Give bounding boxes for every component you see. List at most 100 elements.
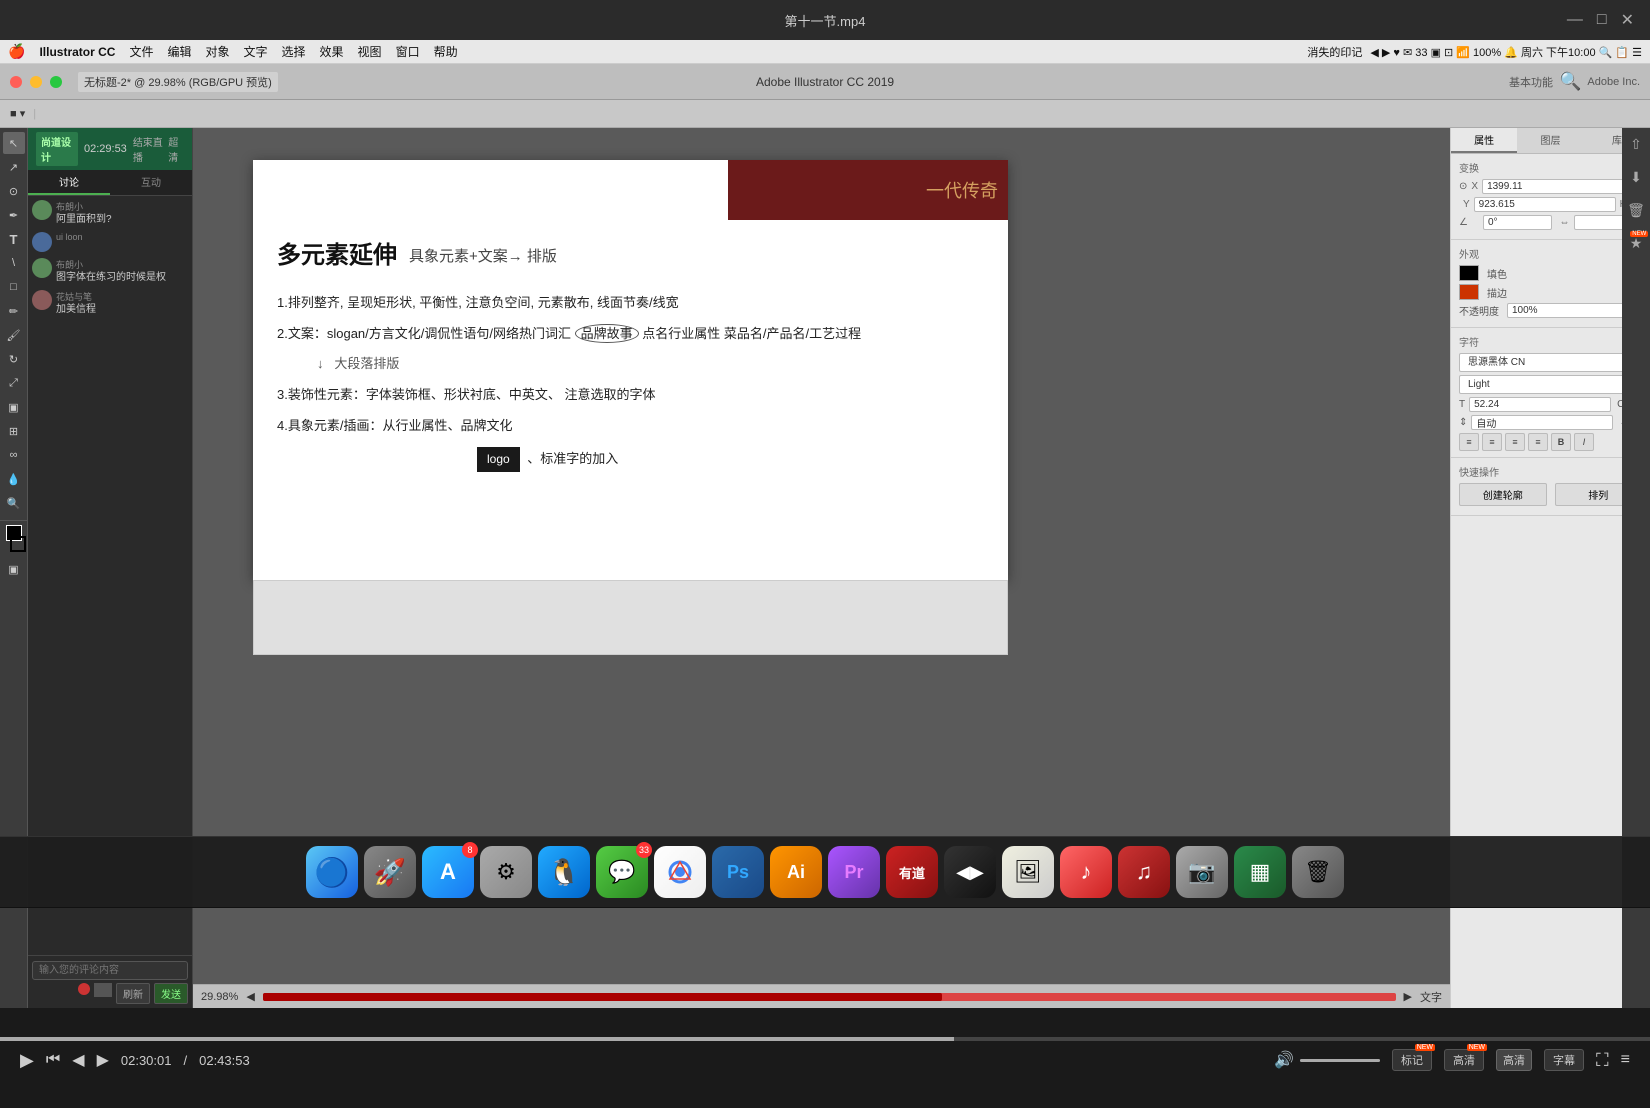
dock-trash[interactable]: 🗑 <box>1292 846 1344 898</box>
min-traffic-light[interactable] <box>30 76 42 88</box>
hd-button[interactable]: 高清 <box>1496 1049 1532 1071</box>
menu-item-effect[interactable]: 效果 <box>320 43 344 60</box>
tool-pencil[interactable]: ✏ <box>3 300 25 322</box>
dock-preview[interactable]: 🖼 <box>1002 846 1054 898</box>
chapter-button[interactable]: 高清 NEW <box>1444 1049 1484 1071</box>
angle-input[interactable] <box>1483 215 1552 230</box>
tool-direct-select[interactable]: ↗ <box>3 156 25 178</box>
tool-pen[interactable]: ✒ <box>3 204 25 226</box>
dock-photos[interactable]: 📷 <box>1176 846 1228 898</box>
tool-rect[interactable]: □ <box>3 276 25 298</box>
tool-scale[interactable]: ⤢ <box>3 372 25 394</box>
tag-button[interactable]: 标记 NEW <box>1392 1049 1432 1071</box>
menu-item-type[interactable]: 文字 <box>244 43 268 60</box>
menu-item-file[interactable]: 文件 <box>129 43 153 60</box>
tool-select[interactable]: ↖ <box>3 132 25 154</box>
tool-rotate[interactable]: ↻ <box>3 348 25 370</box>
tool-lasso[interactable]: ⊙ <box>3 180 25 202</box>
dock-fcpx[interactable]: ◀▶ <box>944 846 996 898</box>
nav-right[interactable]: ▶ <box>1404 990 1412 1003</box>
dock-finder[interactable]: 🔵 <box>306 846 358 898</box>
download-icon[interactable]: ⬇ <box>1630 169 1642 186</box>
menu-item-object[interactable]: 对象 <box>205 43 229 60</box>
dock-wechat[interactable]: 💬 33 <box>596 846 648 898</box>
apple-menu[interactable]: 🍎 <box>8 43 25 60</box>
x-input[interactable] <box>1482 179 1624 194</box>
align-justify-btn[interactable]: ≡ <box>1528 433 1548 451</box>
menu-item-edit[interactable]: 编辑 <box>167 43 191 60</box>
dock-photoshop[interactable]: Ps <box>712 846 764 898</box>
fill-swatch[interactable] <box>1459 265 1479 281</box>
dock-chrome[interactable] <box>654 846 706 898</box>
tool-gradient[interactable]: ▣ <box>3 396 25 418</box>
dock-premiere[interactable]: Pr <box>828 846 880 898</box>
nav-left[interactable]: ◀ <box>246 990 254 1003</box>
more-button[interactable]: ≡ <box>1621 1051 1630 1069</box>
tool-mesh[interactable]: ⊞ <box>3 420 25 442</box>
tool-line[interactable]: \ <box>3 252 25 274</box>
subtitle-button[interactable]: 字幕 <box>1544 1049 1584 1071</box>
live-settings-btn[interactable]: 结束直播 <box>133 134 164 164</box>
refresh-button[interactable]: 刷新 <box>116 983 150 1004</box>
menu-item-app[interactable]: Illustrator CC <box>39 45 115 59</box>
dock-netease2[interactable]: ♫ <box>1118 846 1170 898</box>
close-button[interactable]: ✕ <box>1621 10 1634 30</box>
toolbar-item-1[interactable]: ■ ▾ <box>6 107 29 120</box>
dock-qq[interactable]: 🐧 <box>538 846 590 898</box>
search-icon[interactable]: 🔍 <box>1559 71 1581 92</box>
prev-frame-button[interactable]: ◀ <box>72 1050 84 1070</box>
y-input[interactable] <box>1474 197 1616 212</box>
leading-input[interactable] <box>1471 415 1613 430</box>
tool-text[interactable]: T <box>3 228 25 250</box>
minimize-button[interactable]: — <box>1567 11 1583 29</box>
dock-excel[interactable]: ▦ <box>1234 846 1286 898</box>
stroke-color[interactable] <box>10 536 26 552</box>
maximize-button[interactable]: □ <box>1597 11 1607 29</box>
tool-eyedrop[interactable]: 💧 <box>3 468 25 490</box>
tool-blend[interactable]: ∞ <box>3 444 25 466</box>
dock-appstore[interactable]: A 8 <box>422 846 474 898</box>
max-traffic-light[interactable] <box>50 76 62 88</box>
bold-btn[interactable]: B <box>1551 433 1571 451</box>
italic-btn[interactable]: I <box>1574 433 1594 451</box>
menu-item-help[interactable]: 帮助 <box>434 43 458 60</box>
tool-brush[interactable]: 🖌 <box>3 324 25 346</box>
stroke-swatch[interactable] <box>1459 284 1479 300</box>
dock-settings[interactable]: ⚙ <box>480 846 532 898</box>
dock-launchpad[interactable]: 🚀 <box>364 846 416 898</box>
progress-indicator[interactable] <box>263 993 1396 1001</box>
font-weight-select[interactable]: Light <box>1459 375 1642 394</box>
dock-illustrator[interactable]: Ai <box>770 846 822 898</box>
align-center-btn[interactable]: ≡ <box>1482 433 1502 451</box>
star-icon[interactable]: ★ NEW <box>1630 235 1643 252</box>
delete-icon[interactable]: 🗑 <box>1627 202 1645 219</box>
create-outline-btn[interactable]: 创建轮廓 <box>1459 483 1547 506</box>
live-tab-discussion[interactable]: 讨论 <box>28 170 110 195</box>
align-right-btn[interactable]: ≡ <box>1505 433 1525 451</box>
tool-zoom[interactable]: 🔍 <box>3 492 25 514</box>
close-traffic-light[interactable] <box>10 76 22 88</box>
share-icon[interactable]: ⇧ <box>1630 136 1642 153</box>
play-button[interactable]: ▶ <box>20 1050 34 1071</box>
dock-netease1[interactable]: ♪ <box>1060 846 1112 898</box>
live-tab-interact[interactable]: 互动 <box>110 170 192 195</box>
menu-item-select[interactable]: 选择 <box>282 43 306 60</box>
ai-tab[interactable]: 无标题-2* @ 29.98% (RGB/GPU 预览) <box>78 72 278 92</box>
menu-item-window[interactable]: 窗口 <box>396 43 420 60</box>
progress-bar[interactable] <box>0 1037 1650 1041</box>
next-frame-button[interactable]: ▶ <box>97 1050 109 1070</box>
props-tab-attributes[interactable]: 属性 <box>1451 128 1517 153</box>
send-button[interactable]: 发送 <box>154 983 188 1004</box>
volume-slider[interactable] <box>1300 1059 1380 1062</box>
font-size-input[interactable] <box>1469 397 1611 412</box>
prev-button[interactable]: ⏮ <box>46 1051 60 1069</box>
chat-input[interactable] <box>32 961 188 980</box>
live-more-btn[interactable]: 超清 <box>168 134 184 164</box>
volume-button[interactable]: 🔊 <box>1274 1050 1294 1070</box>
tool-change-screen[interactable]: ▣ <box>3 558 25 580</box>
font-family-select[interactable]: 思源黑体 CN <box>1459 353 1642 372</box>
align-left-btn[interactable]: ≡ <box>1459 433 1479 451</box>
dock-youdao[interactable]: 有道 <box>886 846 938 898</box>
fullscreen-button[interactable]: ⛶ <box>1596 1050 1609 1071</box>
menu-item-view[interactable]: 视图 <box>358 43 382 60</box>
